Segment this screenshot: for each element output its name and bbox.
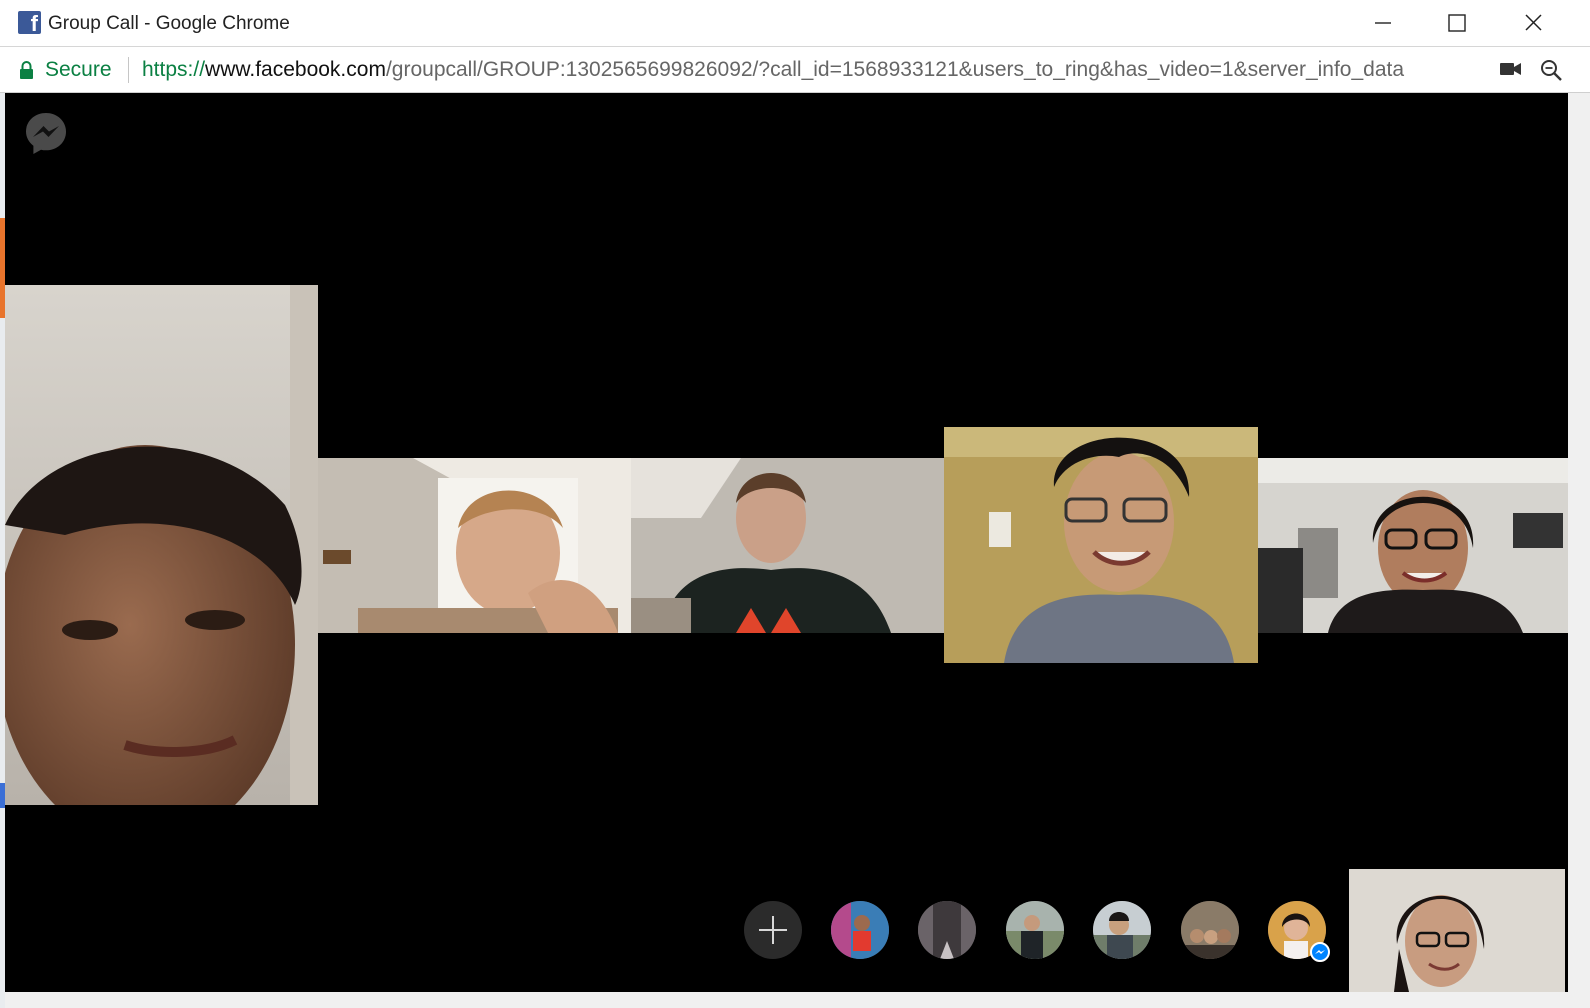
messenger-badge-icon bbox=[1310, 942, 1330, 962]
add-participant-button[interactable] bbox=[744, 901, 802, 959]
address-divider bbox=[128, 57, 129, 83]
url-path: /groupcall/GROUP:1302565699826092/?call_… bbox=[385, 58, 1405, 81]
window-border-right bbox=[1568, 93, 1590, 1008]
minimize-icon bbox=[1375, 22, 1391, 24]
maximize-button[interactable] bbox=[1434, 8, 1480, 38]
participant-avatar-1[interactable] bbox=[831, 901, 889, 959]
participant-video-1[interactable] bbox=[5, 285, 318, 805]
participant-video-3[interactable] bbox=[631, 458, 944, 633]
participant-avatar-3[interactable] bbox=[1006, 901, 1064, 959]
window-title: Group Call - Google Chrome bbox=[48, 13, 290, 34]
participant-avatar-5[interactable] bbox=[1181, 901, 1239, 959]
address-bar[interactable]: Secure https://www.facebook.com/groupcal… bbox=[0, 47, 1590, 93]
camera-icon[interactable] bbox=[1500, 60, 1522, 78]
participant-avatar-2[interactable] bbox=[918, 901, 976, 959]
participant-avatar-4[interactable] bbox=[1093, 901, 1151, 959]
minimize-button[interactable] bbox=[1360, 8, 1406, 38]
lock-icon bbox=[20, 61, 33, 79]
messenger-icon[interactable] bbox=[23, 110, 69, 156]
participant-video-4[interactable] bbox=[944, 427, 1258, 663]
close-icon bbox=[1525, 14, 1542, 31]
url-host: www.facebook.com bbox=[205, 58, 386, 81]
participant-video-2[interactable] bbox=[318, 458, 631, 633]
window-titlebar: f Group Call - Google Chrome bbox=[0, 0, 1590, 47]
facebook-icon: f bbox=[18, 11, 41, 36]
maximize-icon bbox=[1448, 14, 1466, 32]
close-button[interactable] bbox=[1510, 8, 1556, 38]
secure-label[interactable]: Secure bbox=[45, 58, 112, 82]
self-view-video[interactable] bbox=[1349, 869, 1565, 992]
url-scheme: https:// bbox=[142, 58, 206, 81]
participant-video-5[interactable] bbox=[1258, 458, 1568, 633]
zoom-icon[interactable] bbox=[1540, 59, 1562, 81]
window-border-bottom bbox=[5, 992, 1590, 1008]
plus-icon bbox=[759, 916, 787, 944]
url-field[interactable]: https://www.facebook.com/groupcall/GROUP… bbox=[142, 58, 1487, 84]
